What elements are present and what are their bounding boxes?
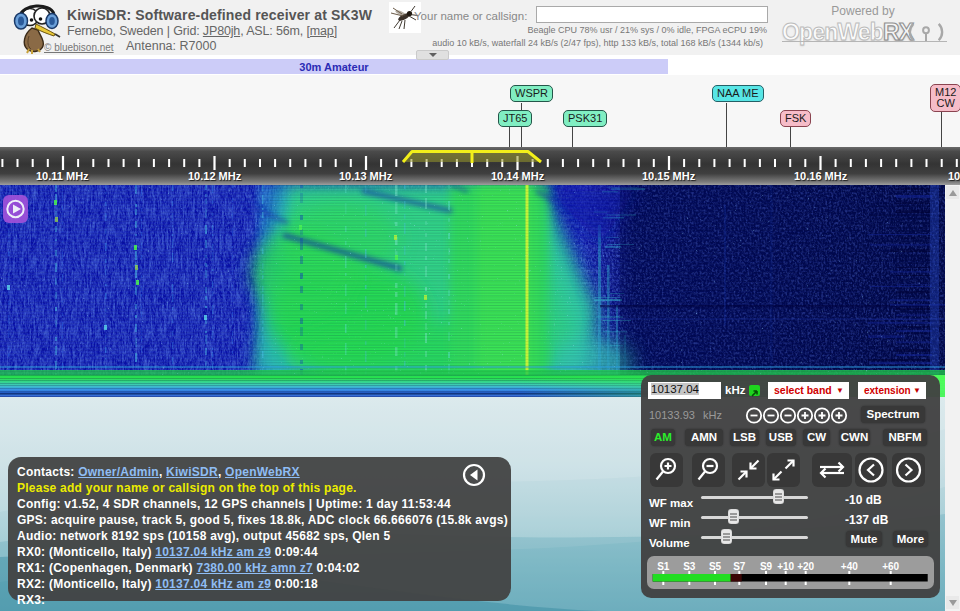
- svg-text:+60: +60: [882, 561, 899, 572]
- svg-text:+10: +10: [777, 561, 794, 572]
- svg-text:S1: S1: [657, 561, 670, 572]
- svg-text:+40: +40: [841, 561, 858, 572]
- svg-text:S7: S7: [733, 561, 746, 572]
- svg-text:S5: S5: [709, 561, 722, 572]
- svg-text:S9: S9: [760, 561, 773, 572]
- svg-text:S3: S3: [683, 561, 696, 572]
- svg-text:+20: +20: [797, 561, 814, 572]
